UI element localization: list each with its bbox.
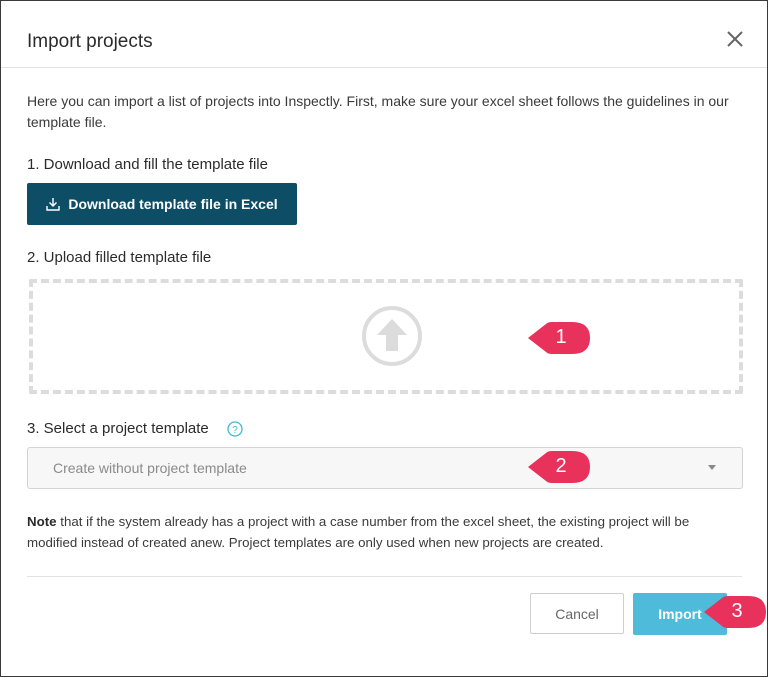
header-divider [1, 67, 767, 68]
footer-divider [27, 576, 742, 577]
svg-text:?: ? [232, 425, 238, 436]
callout-label-2: 2 [555, 455, 567, 477]
step2-label: 2. Upload filled template file [27, 249, 212, 266]
note-text: Note that if the system already has a pr… [27, 511, 742, 553]
file-dropzone[interactable] [29, 279, 743, 394]
download-icon [46, 198, 61, 211]
select-value: Create without project template [53, 460, 247, 476]
cancel-button[interactable]: Cancel [530, 593, 624, 634]
dialog-title: Import projects [27, 31, 153, 52]
note-bold: Note [27, 514, 57, 529]
project-template-select[interactable]: Create without project template [27, 447, 743, 489]
step3-label: 3. Select a project template [27, 420, 209, 437]
callout-label-1: 1 [555, 326, 567, 348]
upload-arrow-icon [361, 305, 423, 367]
step1-label: 1. Download and fill the template file [27, 156, 268, 173]
chevron-down-icon [708, 465, 716, 470]
callout-marker-1: 1 [528, 320, 590, 356]
close-icon[interactable] [723, 27, 747, 51]
download-button-label: Download template file in Excel [68, 196, 278, 212]
callout-label-3: 3 [731, 600, 743, 622]
callout-marker-3: 3 [704, 594, 766, 630]
download-template-button[interactable]: Download template file in Excel [27, 183, 297, 225]
import-projects-dialog: Import projects Here you can import a li… [0, 0, 768, 677]
question-circle-icon[interactable]: ? [227, 421, 243, 437]
callout-marker-2: 2 [528, 449, 590, 485]
intro-text: Here you can import a list of projects i… [27, 93, 729, 130]
note-body: that if the system already has a project… [27, 514, 690, 550]
